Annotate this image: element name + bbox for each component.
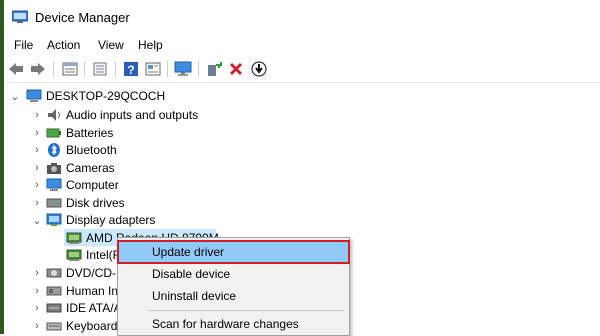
update-driver-menu-item[interactable]: Update driver [117, 240, 350, 264]
tree-item-human-interface[interactable]: Human In [66, 284, 118, 298]
scan-hardware-label: Scan for hardware changes [152, 317, 299, 331]
tree-item-ide[interactable]: IDE ATA/A [66, 301, 122, 315]
properties-icon[interactable] [60, 59, 80, 79]
computer-icon [46, 178, 62, 191]
chevron-right-icon[interactable]: › [32, 282, 42, 300]
monitor-icon[interactable] [173, 59, 193, 79]
camera-icon [47, 163, 61, 174]
back-arrow-icon[interactable] [6, 59, 26, 79]
download-icon[interactable] [249, 59, 269, 79]
tree-item-display-adapters[interactable]: Display adapters [66, 213, 155, 227]
hid-icon [46, 286, 62, 296]
gpu-icon [66, 232, 82, 244]
dvd-icon [46, 268, 62, 278]
keyboard-icon [46, 322, 62, 331]
speaker-icon [48, 109, 60, 121]
list-icon[interactable] [90, 59, 110, 79]
help-icon[interactable]: ? [121, 59, 141, 79]
svg-text:?: ? [127, 63, 134, 77]
title-bar: Device Manager [4, 0, 600, 34]
disk-icon [46, 198, 62, 208]
add-driver-icon[interactable] [204, 59, 224, 79]
toolbar-separator [198, 61, 199, 77]
forward-arrow-icon[interactable] [28, 59, 48, 79]
menu-view[interactable]: View [96, 37, 126, 53]
tree-item-dvd[interactable]: DVD/CD-R [66, 266, 125, 280]
chevron-right-icon[interactable]: › [32, 176, 42, 194]
device-manager-app-icon [12, 10, 28, 23]
toolbar-separator [53, 61, 54, 77]
context-menu: Update driver Disable device Uninstall d… [117, 237, 350, 336]
chevron-right-icon[interactable]: › [32, 317, 42, 335]
display-adapter-icon [46, 213, 62, 226]
tree-item-batteries[interactable]: Batteries [66, 126, 113, 140]
chevron-right-icon[interactable]: › [32, 194, 42, 212]
chevron-right-icon[interactable]: › [32, 141, 42, 159]
battery-icon [46, 128, 61, 138]
tree-item-bluetooth[interactable]: Bluetooth [66, 143, 117, 157]
toolbar-separator [167, 61, 168, 77]
tree-item-audio[interactable]: Audio inputs and outputs [66, 108, 198, 122]
tree-item-keyboards[interactable]: Keyboards [66, 319, 123, 333]
menu-bar: File Action View Help [4, 34, 600, 56]
scan-hardware-menu-item[interactable]: Scan for hardware changes [118, 313, 349, 335]
chevron-right-icon[interactable]: › [32, 124, 42, 142]
chevron-right-icon[interactable]: › [32, 106, 42, 124]
disable-device-label: Disable device [152, 267, 231, 281]
chevron-down-icon[interactable]: ⌄ [32, 211, 42, 229]
gpu-icon [66, 249, 82, 261]
menu-file[interactable]: File [12, 37, 35, 53]
disable-device-menu-item[interactable]: Disable device [118, 263, 349, 285]
update-driver-label: Update driver [152, 245, 225, 259]
menu-help[interactable]: Help [136, 37, 165, 53]
tree-item-computer[interactable]: Computer [66, 178, 119, 192]
ide-icon [46, 303, 62, 313]
toolbar: ? [4, 56, 600, 83]
computer-root-icon [26, 89, 42, 102]
menu-action[interactable]: Action [45, 37, 82, 53]
chevron-right-icon[interactable]: › [32, 299, 42, 317]
details-icon[interactable] [143, 59, 163, 79]
toolbar-separator [115, 61, 116, 77]
bluetooth-icon [48, 143, 60, 157]
tree-root-label[interactable]: DESKTOP-29QCOCH [46, 89, 165, 103]
uninstall-device-label: Uninstall device [152, 289, 237, 303]
remove-icon[interactable] [226, 59, 246, 79]
tree-item-cameras[interactable]: Cameras [66, 161, 115, 175]
toolbar-separator [84, 61, 85, 77]
uninstall-device-menu-item[interactable]: Uninstall device [118, 285, 349, 307]
chevron-right-icon[interactable]: › [32, 159, 42, 177]
device-manager-window: Device Manager File Action View Help ? ⌄… [0, 0, 600, 336]
tree-item-disk-drives[interactable]: Disk drives [66, 196, 125, 210]
chevron-right-icon[interactable]: › [32, 264, 42, 282]
window-title: Device Manager [35, 10, 130, 25]
menu-separator [148, 310, 344, 311]
chevron-down-icon[interactable]: ⌄ [10, 87, 20, 105]
